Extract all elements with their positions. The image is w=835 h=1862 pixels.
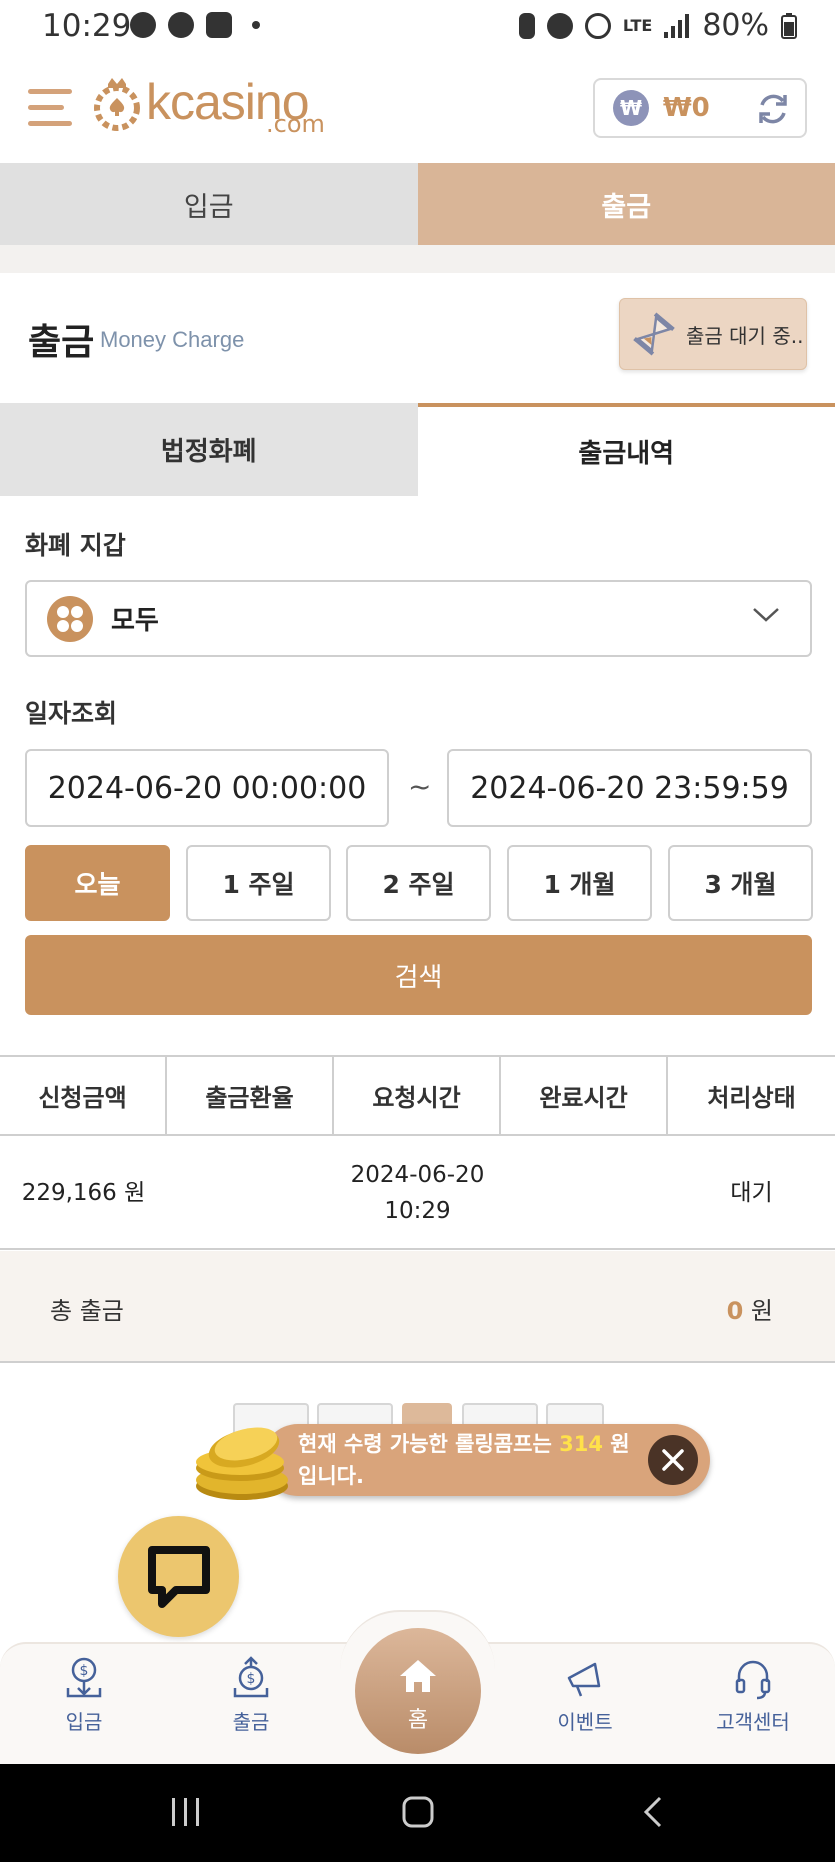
date-separator: ~ [408,770,432,803]
cell-status: 대기 [730,1179,773,1206]
status-bar: 10:29 LTE 80% [0,0,835,58]
total-unit: 원 [750,1297,773,1325]
wallet-select[interactable]: 모두 [25,580,812,657]
close-icon [662,1449,684,1471]
system-nav-bar [0,1764,835,1862]
logo-domain: .com [266,110,325,138]
chat-bubble-icon [148,1546,210,1608]
balance-value: ₩0 [663,93,710,123]
chat-notification-icon [130,12,156,38]
withdraw-icon: $ [233,1656,269,1698]
date-from-input[interactable]: 2024-06-20 00:00:00 [25,749,389,827]
back-icon[interactable] [636,1794,672,1830]
deposit-icon: $ [66,1657,102,1698]
date-label: 일자조회 [25,699,118,728]
total-label: 총 출금 [50,1297,124,1325]
headset-icon [735,1660,771,1700]
cell-request-time: 2024-06-20 10:29 [334,1137,501,1248]
col-complete-time: 완료시간 [501,1057,668,1134]
col-status: 처리상태 [707,1084,796,1112]
hotspot-icon [584,12,611,39]
withdraw-pending-button[interactable]: 출금 대기 중.. [619,298,807,370]
deposit-withdraw-tabs: 입금 출금 [0,163,835,245]
status-time: 10:29 [42,8,132,44]
home-system-icon[interactable] [400,1794,436,1830]
range-today-button[interactable]: 오늘 [25,845,170,921]
megaphone-icon [567,1662,601,1697]
app-header: kcasino .com ₩ ₩0 [0,60,835,162]
range-1month-button[interactable]: 1 개월 [507,845,652,921]
tab-withdraw-history[interactable]: 출금내역 [417,403,835,496]
cell-rate [167,1137,334,1248]
total-value: 0 [726,1297,744,1325]
col-amount: 신청금액 [0,1057,167,1134]
battery-percent: 80% [702,8,769,43]
tab-withdraw[interactable]: 출금 [417,163,835,245]
nav-deposit-label: 입금 [65,1710,103,1734]
tab-legal-currency[interactable]: 법정화폐 [0,403,418,496]
home-icon [400,1660,436,1692]
battery-icon [781,12,797,39]
page-title: 출금 [28,322,95,363]
table-total-row: 총 출금 0 원 [0,1251,835,1363]
gold-coins-icon [196,1427,288,1500]
search-button[interactable]: 검색 [25,935,812,1015]
refresh-icon[interactable] [755,91,791,127]
svg-text:$: $ [247,1671,256,1687]
rolling-comp-toast: 현재 수령 가능한 롤링콤프는 314 원 입니다. [262,1424,710,1496]
alarm-icon [546,12,573,39]
page-subtitle: Money Charge [100,327,245,352]
toast-amount: 314 [559,1432,603,1456]
signal-icon [664,13,690,38]
toast-close-button[interactable] [648,1435,698,1485]
nav-support-label: 고객센터 [716,1710,790,1734]
range-1week-button[interactable]: 1 주일 [186,845,331,921]
more-notifications-icon [252,21,260,29]
won-notification-icon [168,12,194,38]
wallet-label: 화폐 지갑 [25,531,126,560]
nfc-icon [518,12,535,39]
won-icon: ₩ [613,90,649,126]
range-3month-button[interactable]: 3 개월 [668,845,813,921]
nav-event[interactable]: 이벤트 [525,1656,645,1756]
wallet-select-value: 모두 [111,606,159,636]
section-divider [0,245,835,273]
table-row: 229,166 원 2024-06-20 10:29 대기 [0,1137,835,1250]
pending-label: 출금 대기 중.. [686,323,804,348]
nav-withdraw-label: 출금 [232,1710,270,1734]
menu-icon[interactable] [28,85,72,131]
chevron-down-icon [753,608,779,622]
col-rate: 출금환율 [167,1057,334,1134]
range-2week-button[interactable]: 2 주일 [346,845,491,921]
svg-text:$: $ [80,1663,89,1679]
nav-withdraw[interactable]: $ 출금 [191,1656,311,1756]
gallery-notification-icon [206,12,232,38]
nav-home-button[interactable]: 홈 [355,1628,481,1754]
history-subtabs: 법정화폐 출금내역 [0,403,835,496]
chat-button[interactable] [118,1516,239,1637]
request-time: 10:29 [384,1197,451,1224]
nav-deposit[interactable]: $ 입금 [24,1656,144,1756]
tab-deposit[interactable]: 입금 [0,163,418,245]
toast-text: 현재 수령 가능한 롤링콤프는 314 원 입니다. [298,1432,630,1488]
cell-complete-time [501,1137,668,1248]
nav-home-label: 홈 [407,1708,429,1733]
network-type: LTE [622,16,653,35]
request-date: 2024-06-20 [350,1161,485,1188]
all-wallets-icon [47,595,93,642]
recent-apps-icon[interactable] [168,1794,204,1830]
hourglass-icon [633,312,675,356]
history-table-header: 신청금액 출금환율 요청시간 완료시간 처리상태 [0,1055,835,1136]
total-value-wrap: 0 원 [727,1291,773,1326]
logo-chip-icon [94,78,140,131]
date-to-input[interactable]: 2024-06-20 23:59:59 [447,749,812,827]
nav-support[interactable]: 고객센터 [693,1656,813,1756]
balance-box[interactable]: ₩ ₩0 [593,78,807,138]
col-request-time: 요청시간 [334,1057,501,1134]
nav-event-label: 이벤트 [557,1710,613,1734]
cell-amount: 229,166 원 [21,1179,146,1206]
